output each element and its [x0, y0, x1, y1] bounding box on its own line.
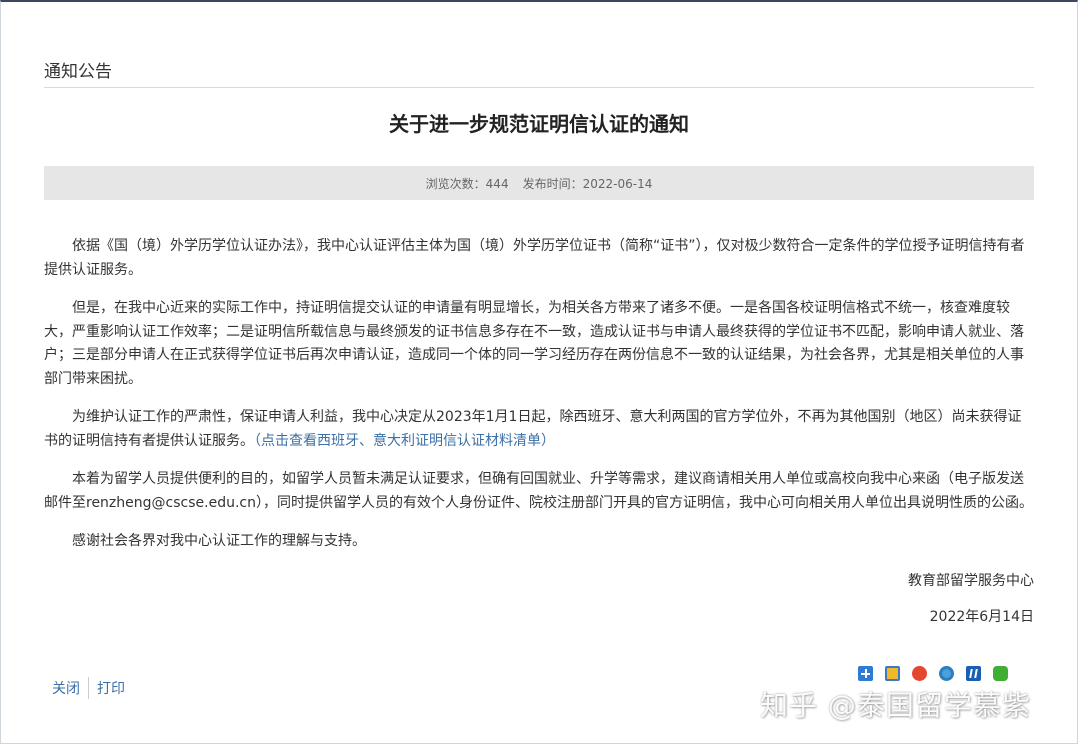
add-share-icon[interactable]	[858, 666, 873, 681]
article-body: 依据《国（境）外学历学位认证办法》，我中心认证评估主体为国（境）外学历学位证书（…	[44, 235, 1034, 569]
paragraph-1: 依据《国（境）外学历学位认证办法》，我中心认证评估主体为国（境）外学历学位证书（…	[44, 238, 1025, 278]
material-list-link[interactable]: （点击查看西班牙、意大利证明信认证材料清单）	[254, 433, 555, 449]
weibo-icon[interactable]	[912, 666, 927, 681]
close-button[interactable]: 关闭	[44, 678, 88, 698]
paragraph-5: 感谢社会各界对我中心认证工作的理解与支持。	[72, 533, 366, 549]
paragraph-3: 为维护认证工作的严肃性，保证申请人利益，我中心决定从2023年1月1日起，除西班…	[44, 409, 1022, 449]
date-meta: 发布时间：2022-06-14	[522, 176, 653, 191]
signature-date: 2022年6月14日	[929, 609, 1034, 625]
qzone-icon[interactable]	[885, 666, 900, 681]
zhihu-watermark: 知乎 @泰国留学慕紫	[760, 689, 1031, 722]
paragraph-2: 但是，在我中心近来的实际工作中，持证明信提交认证的申请量有明显增长，为相关各方带…	[44, 300, 1024, 387]
tencent-weibo-icon[interactable]	[939, 666, 954, 681]
footer-actions: 关闭 打印	[44, 677, 133, 699]
section-title: 通知公告	[44, 62, 112, 82]
wechat-icon[interactable]	[993, 666, 1008, 681]
view-count: 444	[485, 176, 509, 191]
signature-organization: 教育部留学服务中心	[908, 573, 1034, 589]
section-divider	[44, 87, 1034, 88]
print-button[interactable]: 打印	[89, 678, 133, 698]
renren-icon[interactable]	[966, 666, 981, 681]
share-toolbar	[858, 666, 1008, 681]
views-meta: 浏览次数：444	[425, 176, 509, 191]
article-meta-bar: 浏览次数：444 发布时间：2022-06-14	[44, 166, 1034, 200]
paragraph-4: 本着为留学人员提供便利的目的，如留学人员暂未满足认证要求，但确有回国就业、升学等…	[44, 471, 1033, 511]
publish-date: 2022-06-14	[582, 176, 653, 191]
article-title: 关于进一步规范证明信认证的通知	[389, 112, 689, 136]
